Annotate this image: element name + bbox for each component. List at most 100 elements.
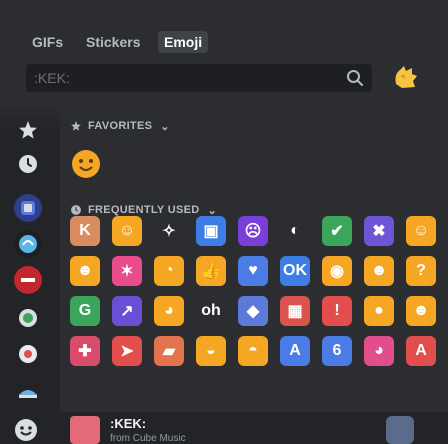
emoji-glyph: ☺ — [112, 216, 142, 246]
emoji-glyph: OK — [280, 256, 310, 286]
emoji-glyph: ! — [322, 296, 352, 326]
emoji-sweat[interactable]: ☻ — [360, 252, 398, 290]
emoji-sparkle[interactable]: ✧ — [150, 212, 188, 250]
star-icon — [71, 121, 81, 131]
server-icon[interactable] — [14, 194, 42, 222]
emoji-blush[interactable]: ☺ — [402, 212, 440, 250]
emoji-preview-footer: :KEK: from Cube Music — [0, 412, 448, 444]
emoji-glyph: ▣ — [196, 216, 226, 246]
emoji-think[interactable]: ? — [402, 252, 440, 290]
clock-icon[interactable] — [14, 150, 42, 178]
picker-tabs: GIFs Stickers Emoji — [0, 0, 448, 64]
emoji-glyph: 👍 — [196, 256, 226, 286]
smile-icon[interactable] — [12, 416, 40, 444]
emoji-red-a[interactable]: A — [402, 332, 440, 370]
emoji-oh[interactable]: oh — [192, 292, 230, 330]
emoji-square[interactable]: ▣ — [192, 212, 230, 250]
emoji-box-art[interactable]: ▰ — [150, 332, 188, 370]
emoji-glyph: ☻ — [406, 296, 436, 326]
emoji-glyph: ☻ — [364, 256, 394, 286]
emoji-glyph: ☺ — [406, 216, 436, 246]
emoji-smile[interactable]: ☺ — [108, 212, 146, 250]
server-icon[interactable] — [14, 376, 42, 404]
emoji-glyph: ◒ — [196, 336, 226, 366]
preview-emoji-name: :KEK: — [110, 416, 147, 431]
emoji-smug[interactable]: ◒ — [192, 332, 230, 370]
server-icon[interactable] — [14, 230, 42, 258]
chevron-down-icon: ⌄ — [160, 120, 170, 133]
emoji-glyph: ◉ — [322, 256, 352, 286]
emoji-party[interactable]: ✶ — [108, 252, 146, 290]
tab-stickers[interactable]: Stickers — [80, 31, 146, 53]
emoji-ok[interactable]: OK — [276, 252, 314, 290]
emoji-glyph: ● — [364, 296, 394, 326]
search-row — [0, 64, 448, 100]
emoji-chart[interactable]: ↗ — [108, 292, 146, 330]
emoji-check[interactable]: ✔ — [318, 212, 356, 250]
preview-emoji — [70, 416, 100, 444]
emoji-pepe[interactable]: ✚ — [66, 332, 104, 370]
emoji-glyph: ☹ — [238, 216, 268, 246]
emoji-content: FAVORITES ⌄ FREQUENTLY USED ⌄ K ☺ ✧ ▣ ☹ ◐ ✔ ✖ ☺ ☻… — [60, 104, 448, 444]
emoji-glyph: ✧ — [154, 216, 184, 246]
tab-emoji[interactable]: Emoji — [158, 31, 209, 53]
search-input[interactable] — [34, 69, 334, 87]
emoji-glyph: ◕ — [364, 336, 394, 366]
emoji-glyph: oh — [196, 296, 226, 326]
emoji-green-box[interactable]: G — [66, 292, 104, 330]
emoji-glyph: ▰ — [154, 336, 184, 366]
emoji-glyph: ↗ — [112, 296, 142, 326]
emoji-pink-face[interactable]: ◕ — [360, 332, 398, 370]
star-icon[interactable] — [14, 116, 42, 144]
emoji-glyph: ? — [406, 256, 436, 286]
emoji-glyph: ▦ — [280, 296, 310, 326]
search-icon[interactable] — [346, 69, 364, 87]
emoji-glyph: ♥ — [238, 256, 268, 286]
favorites-header[interactable]: FAVORITES ⌄ — [70, 116, 170, 136]
server-icon[interactable] — [14, 266, 42, 294]
emoji-cross[interactable]: ✖ — [360, 212, 398, 250]
emoji-glyph: ◔ — [154, 256, 184, 286]
emoji-dark-face[interactable]: ◐ — [276, 212, 314, 250]
server-icon[interactable] — [14, 304, 42, 332]
emoji-clown[interactable]: ● — [360, 292, 398, 330]
emoji-grin[interactable]: ☻ — [66, 252, 104, 290]
emoji-glyph: A — [406, 336, 436, 366]
emoji-mouth[interactable]: ◔ — [150, 252, 188, 290]
tab-gifs[interactable]: GIFs — [26, 31, 69, 53]
emoji-heart-blue[interactable]: ♥ — [234, 252, 272, 290]
emoji-boxed-a[interactable]: A — [276, 332, 314, 370]
emoji-glyph: ☻ — [70, 256, 100, 286]
emoji-joy[interactable]: ◓ — [234, 332, 272, 370]
emoji-glyph: ◆ — [238, 296, 268, 326]
emoji-glyph: A — [280, 336, 310, 366]
server-icon — [386, 416, 414, 444]
emoji-warning[interactable]: ! — [318, 292, 356, 330]
preview-emoji-source: from Cube Music — [110, 433, 186, 444]
emoji-glyph: K — [70, 216, 100, 246]
emoji-glyph: ✔ — [322, 216, 352, 246]
random-emoji-button[interactable] — [390, 62, 420, 92]
emoji-glyph: ✖ — [364, 216, 394, 246]
category-sidebar — [0, 104, 60, 444]
emoji-six[interactable]: 6 — [318, 332, 356, 370]
emoji-glyph: G — [70, 296, 100, 326]
favorite-emoji[interactable] — [72, 150, 100, 178]
emoji-eyes[interactable]: ◉ — [318, 252, 356, 290]
server-icon[interactable] — [14, 340, 42, 368]
emoji-gift[interactable]: ▦ — [276, 292, 314, 330]
emoji-glyph: ◕ — [154, 296, 184, 326]
emoji-arrow[interactable]: ➤ — [108, 332, 146, 370]
emoji-glyph: 6 — [322, 336, 352, 366]
emoji-kek-cat[interactable]: K — [66, 212, 104, 250]
emoji-glyph: ✶ — [112, 256, 142, 286]
search-box — [26, 64, 372, 92]
emoji-blue-cat[interactable]: ◆ — [234, 292, 272, 330]
emoji-glyph: ✚ — [70, 336, 100, 366]
emoji-glyph: ➤ — [112, 336, 142, 366]
emoji-thumbs[interactable]: 👍 — [192, 252, 230, 290]
emoji-glyph: ◓ — [238, 336, 268, 366]
emoji-blob[interactable]: ☻ — [402, 292, 440, 330]
emoji-yawn[interactable]: ◕ — [150, 292, 188, 330]
emoji-purple-face[interactable]: ☹ — [234, 212, 272, 250]
